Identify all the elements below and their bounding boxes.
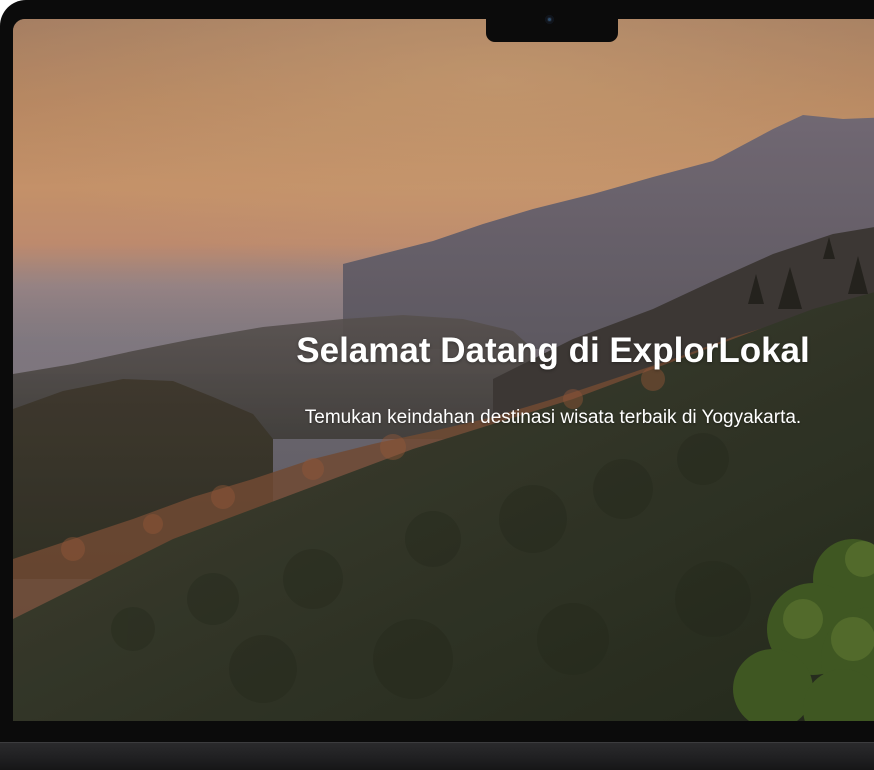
laptop-hinge xyxy=(0,742,874,743)
camera-icon xyxy=(545,15,554,24)
laptop-mockup: Selamat Datang di ExplorLokal Temukan ke… xyxy=(0,0,874,770)
hero-title: Selamat Datang di ExplorLokal xyxy=(296,331,810,370)
hero-subtitle: Temukan keindahan destinasi wisata terba… xyxy=(304,407,802,428)
laptop-base xyxy=(0,742,874,770)
laptop-screen: Selamat Datang di ExplorLokal Temukan ke… xyxy=(13,19,874,721)
